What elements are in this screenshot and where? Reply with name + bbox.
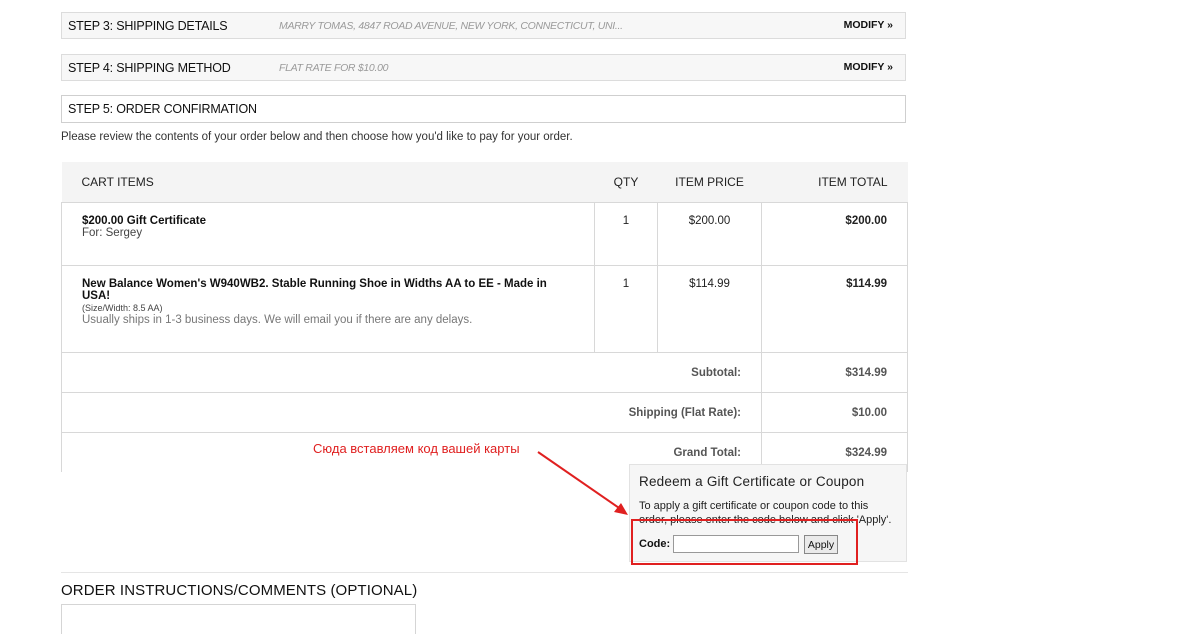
cart-table: CART ITEMS QTY ITEM PRICE ITEM TOTAL $20… [61, 162, 908, 472]
order-comments-textarea[interactable] [61, 604, 416, 634]
step-shipping-details: STEP 3: SHIPPING DETAILS MARRY TOMAS, 48… [61, 12, 906, 39]
redeem-instructions: To apply a gift certificate or coupon co… [639, 500, 892, 526]
order-comments-title: ORDER INSTRUCTIONS/COMMENTS (OPTIONAL) [61, 582, 418, 599]
item-name: $200.00 Gift Certificate [82, 215, 207, 227]
step-title: STEP 5: ORDER CONFIRMATION [68, 102, 257, 116]
item-price: $114.99 [657, 265, 762, 353]
item-total: $114.99 [761, 265, 908, 353]
annotation-text: Сюда вставляем код вашей карты [313, 441, 520, 456]
item-name: New Balance Women's W940WB2. Stable Runn… [82, 278, 547, 302]
step-summary: MARRY TOMAS, 4847 ROAD AVENUE, NEW YORK,… [279, 20, 623, 32]
shipping-value: $10.00 [761, 392, 908, 433]
coupon-code-input[interactable] [673, 535, 799, 553]
shipping-row: Shipping (Flat Rate): $10.00 [61, 392, 908, 433]
item-qty: 1 [594, 265, 658, 353]
col-item-price: ITEM PRICE [657, 162, 762, 203]
step-summary: FLAT RATE FOR $10.00 [279, 62, 389, 74]
shipping-label: Shipping (Flat Rate): [61, 392, 762, 433]
step-order-confirmation: STEP 5: ORDER CONFIRMATION [61, 95, 906, 123]
step-title: STEP 3: SHIPPING DETAILS [68, 19, 228, 33]
item-price: $200.00 [657, 202, 762, 266]
subtotal-row: Subtotal: $314.99 [61, 352, 908, 393]
col-cart-items: CART ITEMS [61, 162, 595, 203]
redeem-title: Redeem a Gift Certificate or Coupon [639, 474, 865, 489]
item-size: (Size/Width: 8.5 AA) [82, 303, 163, 313]
table-row: New Balance Women's W940WB2. Stable Runn… [61, 265, 908, 353]
step-title: STEP 4: SHIPPING METHOD [68, 61, 231, 75]
subtotal-label: Subtotal: [61, 352, 762, 393]
subtotal-value: $314.99 [761, 352, 908, 393]
item-recipient: For: Sergey [82, 227, 143, 239]
cart-header-row: CART ITEMS QTY ITEM PRICE ITEM TOTAL [61, 162, 908, 203]
item-shipping-note: Usually ships in 1-3 business days. We w… [82, 314, 473, 326]
annotation-arrow-icon [537, 451, 628, 515]
apply-button[interactable]: Apply [804, 535, 838, 554]
review-instructions: Please review the contents of your order… [61, 131, 573, 143]
item-qty: 1 [594, 202, 658, 266]
section-divider [61, 572, 908, 573]
redeem-panel: Redeem a Gift Certificate or Coupon To a… [629, 464, 907, 562]
col-qty: QTY [594, 162, 658, 203]
cart-item-cell: New Balance Women's W940WB2. Stable Runn… [61, 265, 595, 353]
code-label: Code: [639, 538, 671, 550]
step-shipping-method: STEP 4: SHIPPING METHOD FLAT RATE FOR $1… [61, 54, 906, 81]
cart-item-cell: $200.00 Gift Certificate For: Sergey [61, 202, 595, 266]
modify-shipping-method-link[interactable]: MODIFY » [844, 61, 893, 73]
item-total: $200.00 [761, 202, 908, 266]
col-item-total: ITEM TOTAL [761, 162, 908, 203]
table-row: $200.00 Gift Certificate For: Sergey 1 $… [61, 202, 908, 266]
modify-shipping-details-link[interactable]: MODIFY » [844, 19, 893, 31]
